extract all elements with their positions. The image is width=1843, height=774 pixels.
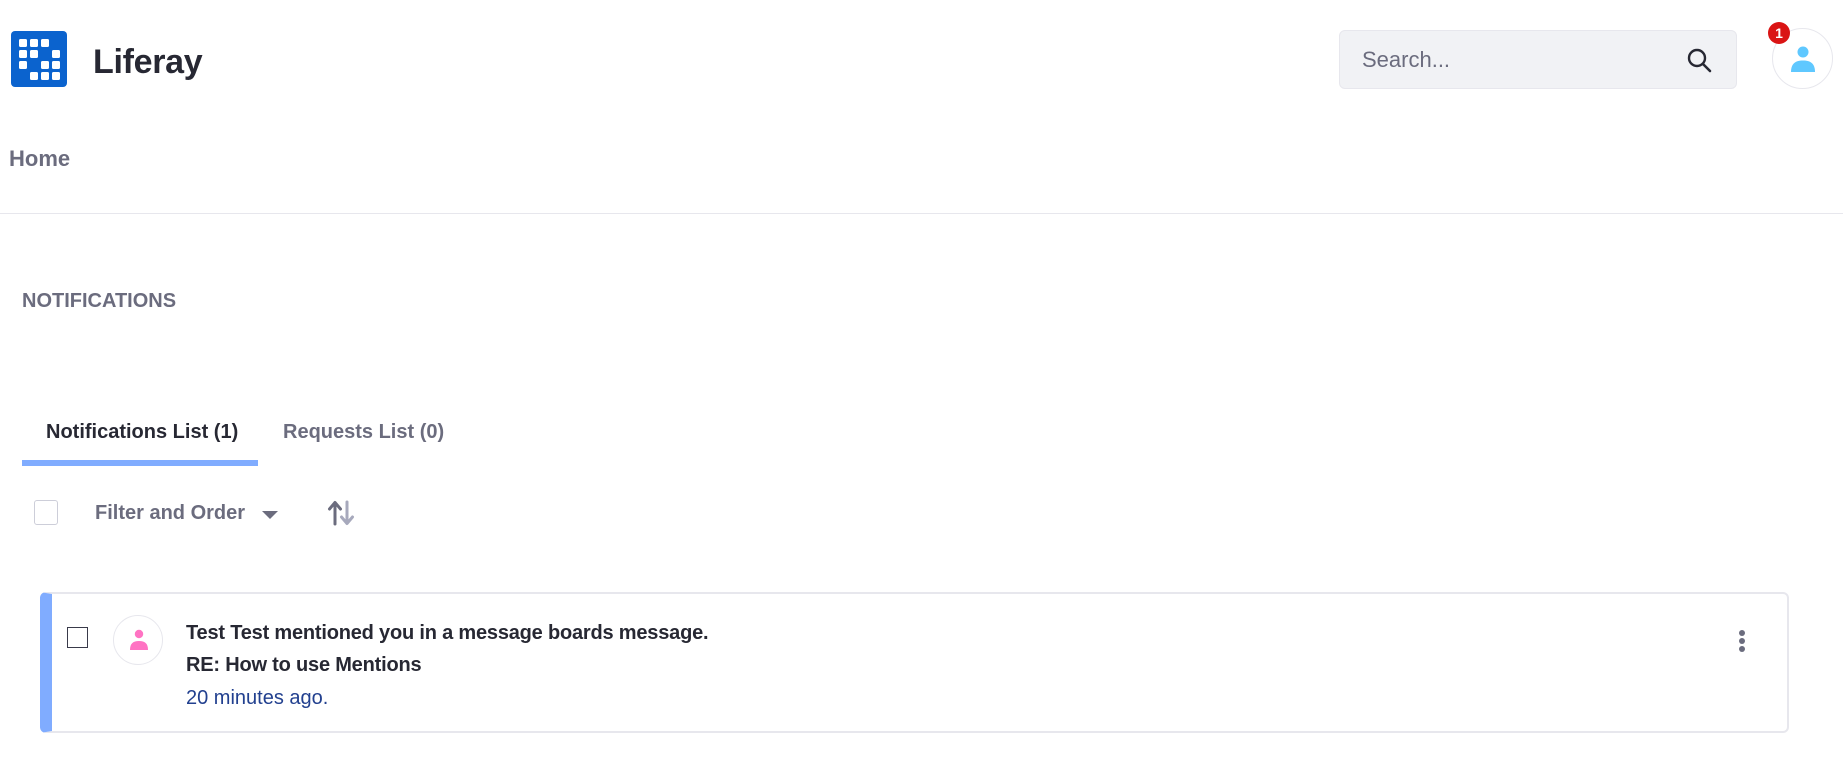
search-icon[interactable] — [1686, 47, 1712, 73]
sort-down-arrow — [340, 500, 354, 525]
notification-checkbox[interactable] — [67, 627, 88, 648]
notification-timestamp: 20 minutes ago. — [186, 687, 329, 709]
liferay-logo-icon[interactable] — [11, 31, 67, 87]
notification-sender-avatar — [113, 615, 163, 665]
notification-title[interactable]: Test Test mentioned you in a message boa… — [186, 620, 709, 646]
tab-requests-list[interactable]: Requests List (0) — [283, 418, 444, 446]
nav-home-link[interactable]: Home — [9, 145, 70, 173]
ellipsis-v-icon[interactable] — [1732, 628, 1752, 658]
notification-subtitle[interactable]: RE: How to use Mentions — [186, 652, 422, 678]
tab-notifications-list[interactable]: Notifications List (1) — [46, 418, 238, 446]
sort-order-icon[interactable] — [327, 499, 355, 527]
page-title: NOTIFICATIONS — [22, 290, 177, 312]
notification-count-badge: 1 — [1768, 22, 1790, 44]
search-input[interactable] — [1362, 31, 1662, 88]
caret-down-icon[interactable] — [262, 511, 278, 519]
site-name[interactable]: Liferay — [93, 40, 203, 84]
sort-up-arrow — [328, 501, 342, 526]
search-box[interactable] — [1339, 30, 1737, 89]
filter-and-order-dropdown[interactable]: Filter and Order — [95, 500, 245, 526]
select-all-checkbox[interactable] — [34, 500, 58, 525]
user-icon — [130, 629, 148, 650]
active-tab-indicator — [22, 460, 258, 466]
user-icon — [1791, 46, 1815, 72]
header-divider — [0, 213, 1843, 214]
